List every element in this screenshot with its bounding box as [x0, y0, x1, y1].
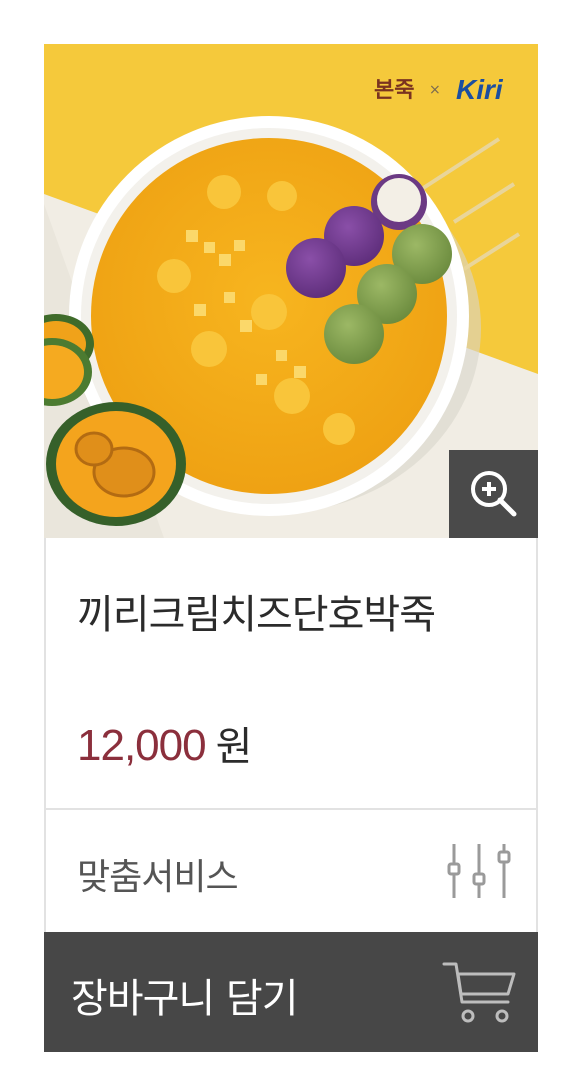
product-price: 12,000 [77, 721, 207, 770]
custom-service-label: 맞춤서비스 [77, 857, 239, 898]
custom-service-button[interactable]: 맞춤서비스 [44, 810, 538, 932]
brand-logo-left: 본죽 [374, 78, 414, 103]
product-name: 끼리크림치즈단호박죽 [77, 592, 436, 638]
brand-logo-right: Kiri [456, 74, 504, 105]
product-image[interactable]: 본죽 × Kiri [44, 44, 538, 538]
zoom-button[interactable] [449, 450, 538, 538]
cart-icon [442, 962, 516, 1023]
price-unit: 원 [215, 724, 253, 770]
add-to-cart-button[interactable]: 장바구니 담기 [44, 932, 538, 1052]
sliders-icon [447, 844, 511, 898]
brand-logo-separator: × [429, 82, 441, 98]
price-row: 12,000 원 [77, 714, 252, 772]
product-card: 본죽 × Kiri 끼리크림치즈단호박죽 12,000 원 맞춤서비스 장바구니… [44, 44, 538, 1052]
zoom-in-icon [470, 471, 516, 517]
add-to-cart-label: 장바구니 담기 [71, 976, 299, 1022]
product-info: 끼리크림치즈단호박죽 12,000 원 [44, 538, 538, 810]
